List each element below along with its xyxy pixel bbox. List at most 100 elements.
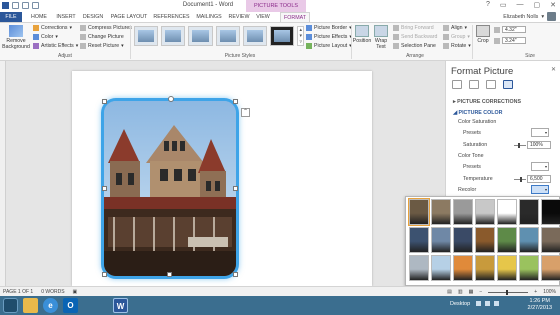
tab-home[interactable]: HOME: [28, 12, 50, 22]
recolor-option[interactable]: [475, 227, 495, 253]
start-button[interactable]: [3, 298, 18, 313]
recolor-option[interactable]: [431, 199, 451, 225]
recolor-option[interactable]: [519, 199, 539, 225]
width-input[interactable]: 3.24": [502, 37, 526, 44]
picture-style-option[interactable]: [161, 26, 186, 46]
picture-style-option[interactable]: [134, 26, 159, 46]
ribbon-display-options-button[interactable]: ▭: [500, 1, 507, 9]
position-button[interactable]: Position: [353, 25, 371, 44]
zoom-out-button[interactable]: −: [479, 289, 482, 295]
resize-handle[interactable]: [233, 99, 238, 104]
recolor-option[interactable]: [475, 199, 495, 225]
color-button[interactable]: Color ▾: [33, 34, 58, 40]
picture-style-option[interactable]: [215, 26, 240, 46]
picture-icon[interactable]: [503, 80, 513, 89]
picture-style-option[interactable]: [242, 26, 268, 46]
picture-layout-button[interactable]: Picture Layout▾: [306, 43, 352, 49]
recolor-option[interactable]: [453, 199, 473, 225]
recolor-option[interactable]: [409, 255, 429, 281]
tab-insert[interactable]: INSERT: [54, 12, 78, 22]
saturation-presets-dropdown[interactable]: ▾: [531, 128, 549, 137]
effects-icon[interactable]: [469, 80, 479, 89]
picture-corrections-section[interactable]: ▸ PICTURE CORRECTIONS: [453, 99, 521, 105]
tab-view[interactable]: VIEW: [254, 12, 272, 22]
recolor-option[interactable]: [541, 255, 560, 281]
word-count[interactable]: 0 WORDS: [41, 289, 64, 295]
resize-handle[interactable]: [233, 186, 238, 191]
help-button[interactable]: ?: [486, 1, 490, 9]
selected-picture[interactable]: [104, 101, 236, 276]
gallery-scroll[interactable]: ▴ ▾ ▿: [297, 26, 305, 46]
tab-references[interactable]: REFERENCES: [153, 12, 190, 22]
rotate-handle[interactable]: [168, 96, 174, 102]
saturation-slider[interactable]: [514, 143, 526, 148]
tab-mailings[interactable]: MAILINGS: [194, 12, 224, 22]
desktop-label[interactable]: Desktop: [450, 301, 470, 307]
resize-handle[interactable]: [167, 272, 172, 277]
bring-forward-button[interactable]: Bring Forward: [393, 25, 434, 31]
user-account[interactable]: Elizabeth Nolls ▾: [503, 12, 556, 21]
resize-handle[interactable]: [102, 99, 107, 104]
resize-handle[interactable]: [102, 272, 107, 277]
rotate-button[interactable]: Rotate ▾: [443, 43, 471, 49]
temperature-input[interactable]: 6,500: [527, 175, 551, 183]
zoom-in-button[interactable]: +: [534, 289, 537, 295]
wrap-text-button[interactable]: Wrap Text: [372, 25, 390, 50]
picture-border-button[interactable]: Picture Border▾: [306, 25, 352, 31]
tab-review[interactable]: REVIEW: [228, 12, 250, 22]
reset-picture-button[interactable]: Reset Picture ▾: [80, 43, 124, 49]
temperature-slider[interactable]: [514, 177, 526, 182]
internet-explorer-icon[interactable]: e: [43, 298, 58, 313]
network-icon[interactable]: [485, 301, 490, 306]
proofing-icon[interactable]: ▣: [73, 289, 78, 295]
group-button[interactable]: Group ▾: [443, 34, 470, 40]
selection-pane-button[interactable]: Selection Pane: [393, 43, 436, 49]
file-explorer-icon[interactable]: [23, 298, 38, 313]
saturation-input[interactable]: 100%: [527, 141, 551, 149]
compress-pictures-button[interactable]: Compress Pictures: [80, 25, 132, 31]
slider-knob[interactable]: [518, 143, 520, 148]
recolor-option[interactable]: [497, 199, 517, 225]
clock[interactable]: 1:26 PM 2/27/2013: [528, 298, 552, 312]
close-icon[interactable]: ✕: [551, 66, 556, 73]
recolor-option[interactable]: [453, 227, 473, 253]
resize-handle[interactable]: [233, 272, 238, 277]
volume-icon[interactable]: [494, 301, 499, 306]
remove-background-button[interactable]: Remove Background: [2, 25, 30, 50]
maximize-button[interactable]: ▢: [534, 1, 541, 9]
recolor-option[interactable]: [541, 199, 560, 225]
recolor-option[interactable]: [409, 227, 429, 253]
tab-format[interactable]: FORMAT: [280, 12, 310, 22]
recolor-option[interactable]: [519, 255, 539, 281]
layout-options-button[interactable]: ⌃: [241, 108, 250, 117]
read-mode-icon[interactable]: ▤: [447, 289, 452, 295]
zoom-slider[interactable]: [488, 289, 529, 295]
tone-presets-dropdown[interactable]: ▾: [531, 162, 549, 171]
crop-button[interactable]: Crop: [475, 25, 491, 44]
picture-effects-button[interactable]: Picture Effects▾: [306, 34, 352, 40]
minimize-button[interactable]: —: [517, 1, 524, 9]
artistic-effects-button[interactable]: Artistic Effects ▾: [33, 43, 78, 49]
outlook-icon[interactable]: O: [63, 298, 78, 313]
recolor-option[interactable]: [541, 227, 560, 253]
recolor-option[interactable]: [431, 227, 451, 253]
zoom-level[interactable]: 100%: [543, 289, 556, 295]
close-button[interactable]: ✕: [550, 1, 556, 9]
picture-style-option[interactable]: [188, 26, 213, 46]
picture-color-section[interactable]: ◢ PICTURE COLOR: [453, 110, 502, 116]
recolor-option[interactable]: [497, 255, 517, 281]
recolor-option[interactable]: [408, 198, 430, 226]
tab-page-layout[interactable]: PAGE LAYOUT: [110, 12, 148, 22]
align-button[interactable]: Align ▾: [443, 25, 467, 31]
resize-handle[interactable]: [102, 186, 107, 191]
word-taskbar-icon[interactable]: W: [113, 298, 128, 313]
picture-style-option[interactable]: [270, 26, 295, 46]
recolor-option[interactable]: [475, 255, 495, 281]
recolor-option[interactable]: [519, 227, 539, 253]
change-picture-button[interactable]: Change Picture: [80, 34, 124, 40]
page-count[interactable]: PAGE 1 OF 1: [3, 289, 33, 295]
print-layout-icon[interactable]: ▥: [458, 289, 463, 295]
recolor-dropdown[interactable]: ▾: [531, 185, 549, 194]
recolor-option[interactable]: [497, 227, 517, 253]
recolor-option[interactable]: [431, 255, 451, 281]
